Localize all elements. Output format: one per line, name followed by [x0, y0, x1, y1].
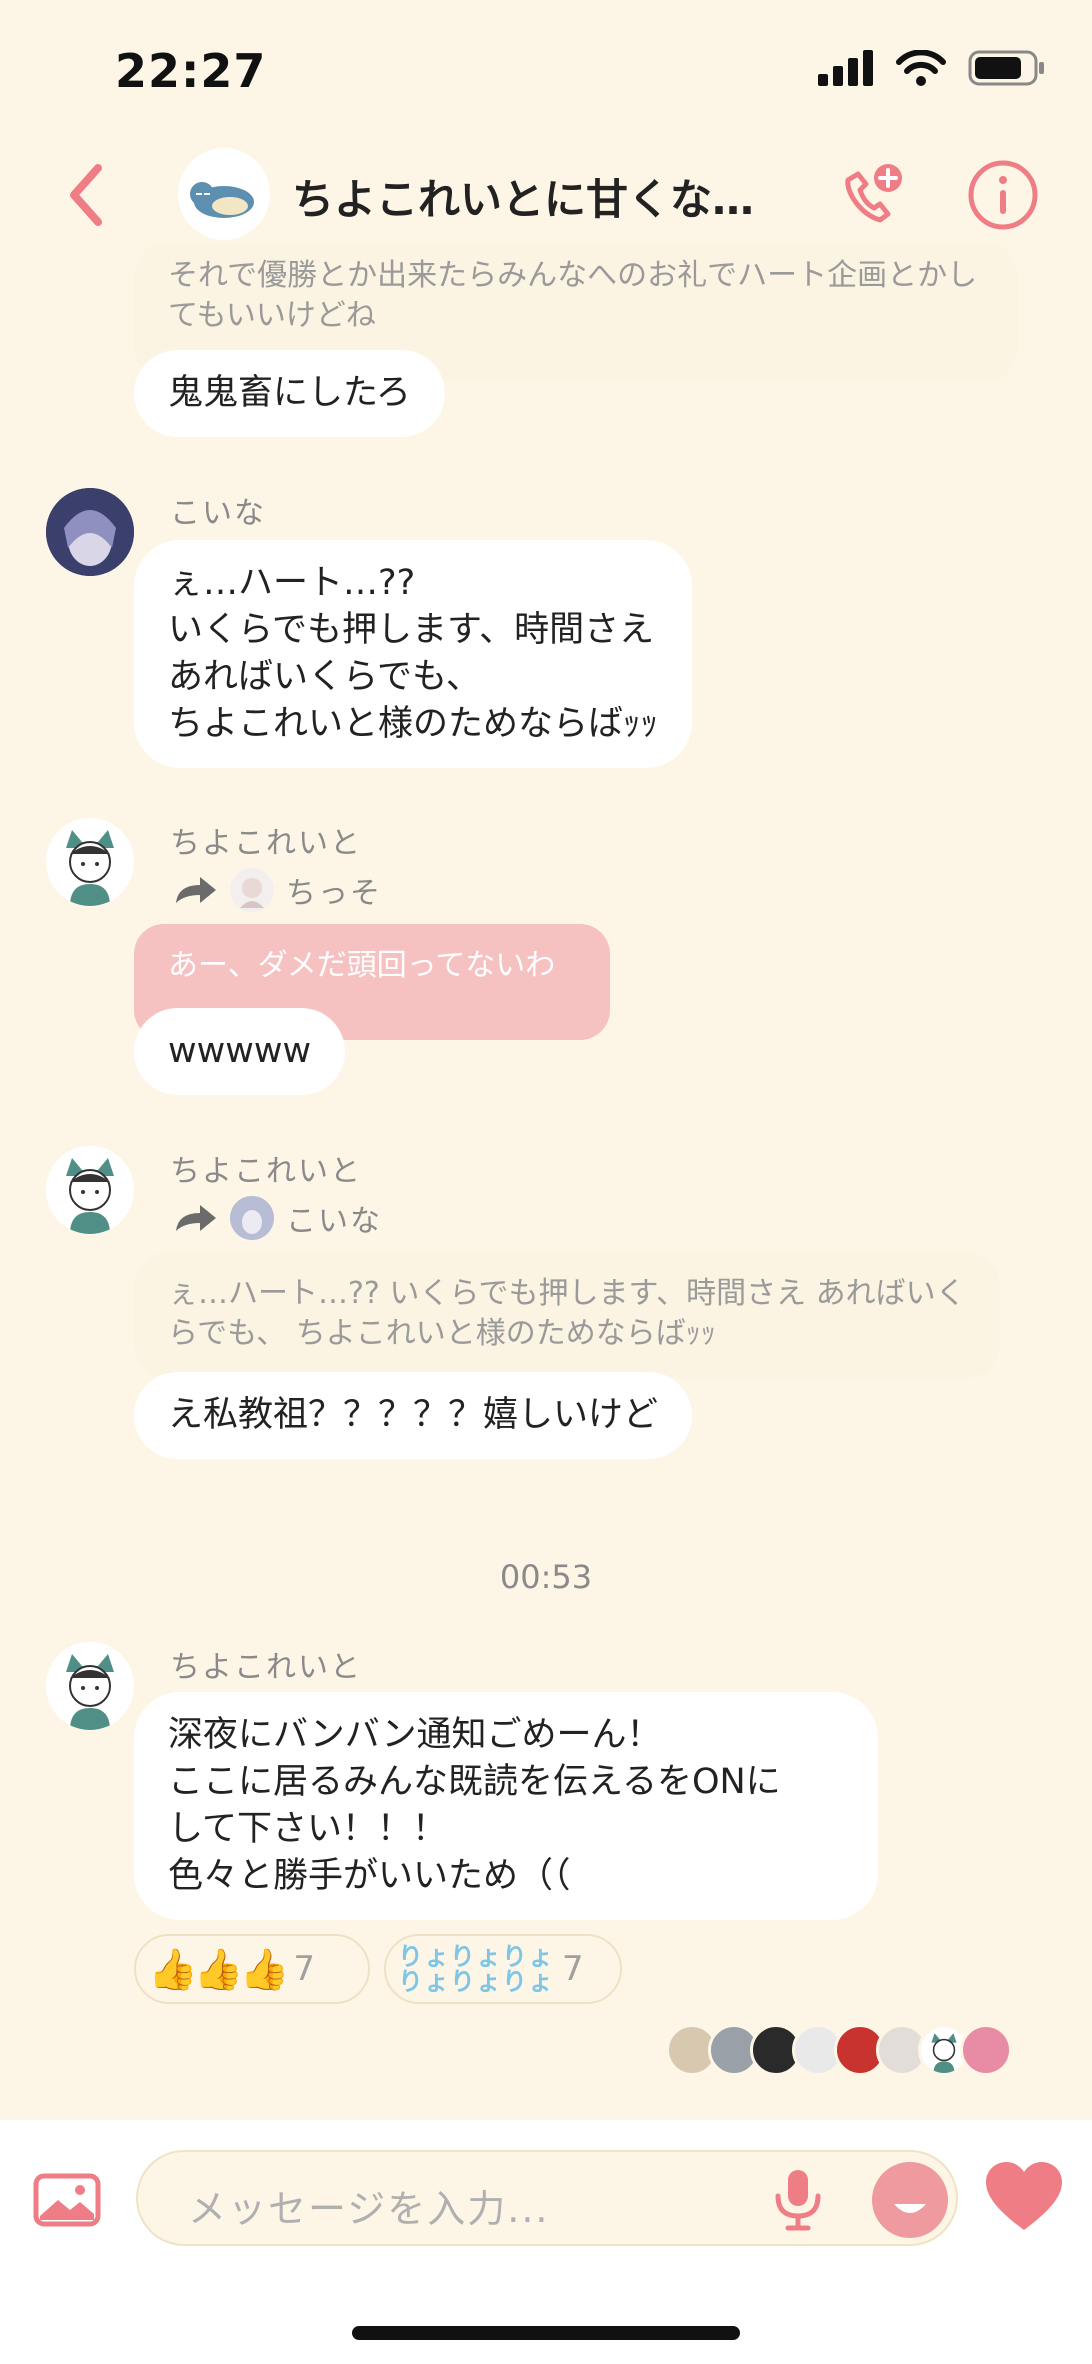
message-line: あればいくらでも、: [168, 657, 481, 697]
sender-name: ちよこれいと: [170, 826, 362, 861]
forward-arrow-icon: [176, 1205, 216, 1231]
sender-name: ちよこれいと: [170, 1650, 362, 1685]
thumbs-up-icon: 👍👍👍: [148, 1946, 289, 1993]
forwarded-from: ちっそ: [172, 868, 382, 912]
message-bubble[interactable]: ぇ…ハート…?? いくらでも押します、時間さえ あればいくらでも、 ちよこれいと…: [134, 540, 693, 768]
message-line: いくらでも押します、時間さえ: [168, 610, 655, 650]
reaction-count: 7: [562, 1949, 584, 1989]
quoted-text: あー、ダメだ頭回ってないわ: [168, 948, 556, 983]
stamp-text-bottom: りょりょりょ: [398, 1967, 555, 1996]
quoted-text: ぇ…ハート…?? いくらでも押します、時間さえ あればいくらでも、 ちよこれいと…: [168, 1276, 966, 1351]
reaction-count: 7: [293, 1949, 316, 1989]
sender-avatar-chiyokoreito[interactable]: [46, 818, 134, 906]
stamp-text-top: りょりょりょ: [398, 1942, 555, 1971]
message-bubble[interactable]: 深夜にバンバン通知ごめーん！ ここに居るみんな既読を伝えるをONに して下さい！…: [134, 1692, 878, 1920]
battery-icon: [968, 50, 1044, 86]
message-line: 色々と勝手がいいため（（: [168, 1856, 571, 1896]
quoted-text: それで優勝とか出来たらみんなへのお礼でハート企画とかしてもいいけどね: [168, 258, 978, 333]
message-input[interactable]: メッセージを入力...: [136, 2150, 958, 2246]
message-line: 深夜にバンバン通知ごめーん！: [168, 1715, 662, 1755]
cat-hood-girl-avatar-icon: [46, 818, 134, 906]
heart-icon[interactable]: [984, 2160, 1064, 2232]
status-time: 22:27: [115, 44, 267, 98]
cat-hood-girl-avatar-icon: [46, 1642, 134, 1730]
read-receipts[interactable]: [666, 2024, 1012, 2076]
anime-avatar-icon: [46, 488, 134, 576]
forwarded-sender: こいな: [286, 1204, 382, 1239]
forwarded-sender: ちっそ: [286, 876, 382, 911]
emoji-button[interactable]: [872, 2162, 948, 2238]
sender-name: ちよこれいと: [170, 1154, 362, 1189]
forward-arrow-icon: [176, 877, 216, 903]
message-text: え私教祖？？？？？嬉しいけど: [168, 1395, 659, 1435]
time-separator: 00:53: [499, 1558, 593, 1596]
message-input-placeholder: メッセージを入力...: [188, 2187, 550, 2231]
sender-avatar-chiyokoreito[interactable]: [46, 1642, 134, 1730]
message-line: ちよこれいと様のためならばｯｯ: [168, 704, 659, 744]
message-line: して下さい！！！: [168, 1809, 447, 1849]
add-call-icon[interactable]: [836, 158, 910, 232]
status-icons: [818, 50, 1046, 86]
reaction-ryoryo-stamp[interactable]: りょりょりょ りょりょりょ 7: [384, 1934, 622, 2004]
back-chevron-icon[interactable]: [62, 160, 112, 230]
info-icon[interactable]: [966, 158, 1040, 232]
chat-title: ちよこれいとに甘くな…: [292, 175, 755, 224]
forwarded-quote: ぇ…ハート…?? いくらでも押します、時間さえ あればいくらでも、 ちよこれいと…: [134, 1252, 1000, 1378]
reaction-thumbs-up[interactable]: 👍👍👍 7: [134, 1934, 370, 2004]
message-bubble[interactable]: 鬼鬼畜にしたろ: [134, 350, 445, 437]
message-text: wwwww: [168, 1031, 312, 1071]
message-bubble[interactable]: え私教祖？？？？？嬉しいけど: [134, 1372, 693, 1459]
image-picker-icon[interactable]: [32, 2170, 102, 2230]
signal-icon: [818, 50, 873, 86]
wifi-icon: [896, 50, 946, 86]
forwarded-from: こいな: [172, 1196, 382, 1240]
ryoryo-stamp-icon: りょりょりょ りょりょりょ: [398, 1944, 554, 1994]
forwarded-avatar: [230, 868, 274, 912]
anime-avatar-icon: [230, 1196, 274, 1240]
sender-avatar-koina[interactable]: [46, 488, 134, 576]
microphone-icon[interactable]: [770, 2166, 826, 2232]
smile-icon: [894, 2204, 926, 2213]
group-avatar[interactable]: [178, 148, 270, 240]
sender-name: こいな: [170, 496, 266, 531]
message-text: 鬼鬼畜にしたろ: [168, 373, 411, 413]
message-bubble[interactable]: wwwww: [134, 1008, 346, 1095]
reader-avatar: [960, 2024, 1012, 2076]
message-line: ここに居るみんな既読を伝えるをONに: [168, 1762, 781, 1802]
forwarded-avatar: [230, 1196, 274, 1240]
sender-avatar-chiyokoreito[interactable]: [46, 1146, 134, 1234]
cat-hood-girl-avatar-icon: [46, 1146, 134, 1234]
sketch-avatar-icon: [240, 878, 264, 908]
sleeping-creature-icon: [190, 182, 254, 218]
message-line: ぇ…ハート…??: [168, 563, 416, 603]
home-indicator: [352, 2326, 740, 2340]
